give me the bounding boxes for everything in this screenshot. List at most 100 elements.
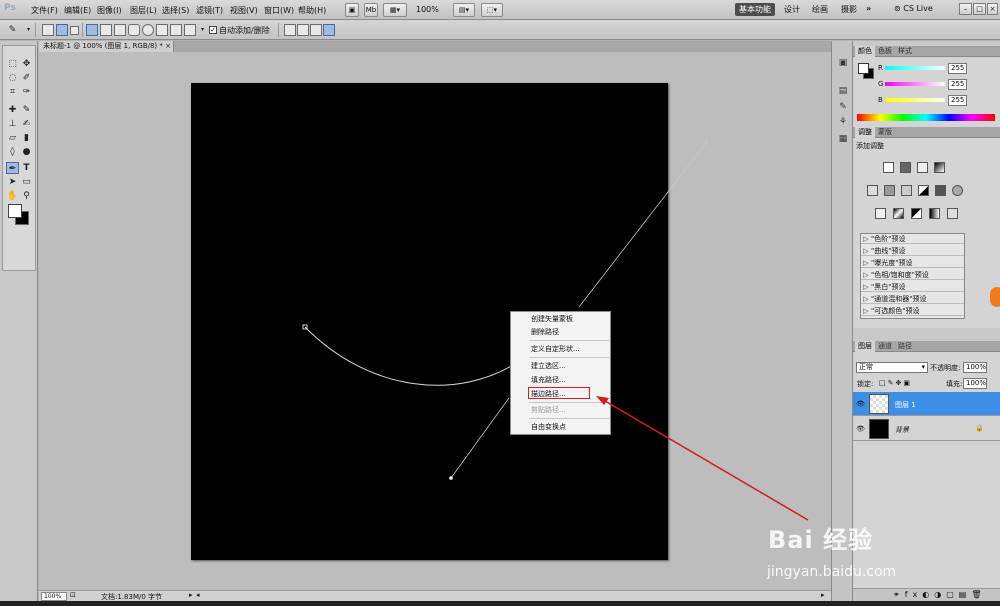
polygon-icon[interactable] xyxy=(156,24,168,36)
color-balance-icon[interactable] xyxy=(901,185,912,196)
brightness-icon[interactable] xyxy=(883,162,894,173)
workspace-essentials[interactable]: 基本功能 xyxy=(735,3,775,16)
actions-panel-icon[interactable]: ▤ xyxy=(837,85,849,97)
vibrance-icon[interactable] xyxy=(867,185,878,196)
blend-mode-select[interactable]: 正常 ▾ xyxy=(856,362,928,373)
canvas-area[interactable] xyxy=(39,52,831,590)
status-menu-arrow-icon[interactable]: ▸ xyxy=(189,591,193,599)
menu-edit[interactable]: 编辑(E) xyxy=(64,5,91,16)
menu-view[interactable]: 视图(V) xyxy=(230,5,258,16)
fill-pixels-icon[interactable] xyxy=(70,26,79,35)
type-tool-icon[interactable]: T xyxy=(20,162,33,174)
shape-layers-icon[interactable] xyxy=(42,24,54,36)
mini-bridge-button[interactable]: Mb xyxy=(364,3,378,17)
cs-live-button[interactable]: ⊚ CS Live xyxy=(894,4,933,13)
selective-color-icon[interactable] xyxy=(947,208,958,219)
zoom-level[interactable]: 100% xyxy=(416,5,439,14)
preset-channel-mixer[interactable]: ▷ "通道混和器"预设 xyxy=(861,295,964,304)
channel-b-slider[interactable] xyxy=(885,98,945,102)
healing-brush-icon[interactable]: ✚ xyxy=(6,104,19,116)
menu-filter[interactable]: 滤镜(T) xyxy=(196,5,223,16)
menu-image[interactable]: 图像(I) xyxy=(97,5,122,16)
marquee-tool-icon[interactable]: ⬚ xyxy=(6,58,19,70)
line-icon[interactable] xyxy=(170,24,182,36)
menu-window[interactable]: 窗口(W) xyxy=(264,5,294,16)
preset-selective-color[interactable]: ▷ "可选颜色"预设 xyxy=(861,307,964,316)
gradient-map-icon[interactable] xyxy=(929,208,940,219)
menu-select[interactable]: 选择(S) xyxy=(162,5,189,16)
menu-item-delete-path[interactable]: 删除路径 xyxy=(511,326,610,338)
menu-item-define-custom-shape[interactable]: 定义自定形状... xyxy=(511,343,610,355)
layer-row-1[interactable]: 👁 图层 1 xyxy=(853,392,1000,416)
opacity-field[interactable]: 100% xyxy=(963,362,987,373)
tab-color[interactable]: 颜色 xyxy=(855,46,875,57)
levels-icon[interactable] xyxy=(900,162,911,173)
clone-source-icon[interactable]: ⚘ xyxy=(837,116,849,128)
info-panel-icon[interactable]: ▦ xyxy=(837,133,849,145)
freeform-pen-icon[interactable] xyxy=(100,24,112,36)
preset-black-white[interactable]: ▷ "黑白"预设 xyxy=(861,283,964,292)
history-panel-icon[interactable]: ▣ xyxy=(837,57,849,69)
eye-icon[interactable]: 👁 xyxy=(856,425,865,433)
intersect-path-icon[interactable] xyxy=(310,24,322,36)
eraser-tool-icon[interactable]: ▱ xyxy=(6,132,19,144)
maximize-button[interactable]: □ xyxy=(973,3,986,15)
channel-r-slider[interactable] xyxy=(885,66,945,70)
tab-masks[interactable]: 蒙版 xyxy=(875,127,895,138)
menu-file[interactable]: 文件(F) xyxy=(31,5,58,16)
workspace-design[interactable]: 设计 xyxy=(784,4,800,15)
scroll-right-icon[interactable]: ▸ xyxy=(821,591,825,599)
minimize-button[interactable]: – xyxy=(959,3,972,15)
bridge-button[interactable]: ▣ xyxy=(345,3,359,17)
zoom-tool-icon[interactable]: ⚲ xyxy=(20,190,33,202)
geometry-options-icon[interactable]: ▾ xyxy=(196,24,209,36)
photo-filter-icon[interactable] xyxy=(935,185,946,196)
exclude-path-icon[interactable] xyxy=(323,24,335,36)
menu-help[interactable]: 帮助(H) xyxy=(298,5,326,16)
posterize-icon[interactable] xyxy=(893,208,904,219)
preset-exposure[interactable]: ▷ "曝光度"预设 xyxy=(861,259,964,268)
exposure-icon[interactable] xyxy=(934,162,945,173)
dodge-tool-icon[interactable]: ● xyxy=(20,146,33,158)
channel-b-value[interactable]: 255 xyxy=(948,95,967,106)
eye-icon[interactable]: 👁 xyxy=(856,400,865,408)
add-to-path-icon[interactable] xyxy=(284,24,296,36)
blur-tool-icon[interactable]: ◊ xyxy=(6,146,19,158)
rounded-rectangle-icon[interactable] xyxy=(128,24,140,36)
preset-hue-saturation[interactable]: ▷ "色相/饱和度"预设 xyxy=(861,271,964,280)
paths-mode-icon[interactable] xyxy=(56,24,68,36)
view-extras-button[interactable]: ▦▾ xyxy=(383,3,407,17)
preset-dropdown-icon[interactable]: ▾ xyxy=(22,24,35,36)
layer-footer-icons[interactable]: ⚭fx◐◑▢▤🗑 xyxy=(893,590,987,599)
screen-mode-button[interactable]: ⬚▾ xyxy=(481,3,503,17)
curves-icon[interactable] xyxy=(917,162,928,173)
move-tool-icon[interactable]: ✥ xyxy=(20,58,33,70)
custom-shape-icon[interactable] xyxy=(184,24,196,36)
foreground-color-swatch[interactable] xyxy=(8,204,22,218)
hand-tool-icon[interactable]: ✋ xyxy=(6,190,19,202)
channel-mixer-icon[interactable] xyxy=(952,185,963,196)
lasso-tool-icon[interactable]: ◌ xyxy=(6,72,19,84)
document-tab[interactable]: 未标题-1 @ 100% (图层 1, RGB/8) * × xyxy=(39,41,174,52)
tab-styles[interactable]: 样式 xyxy=(895,46,915,57)
shape-tool-icon[interactable]: ▭ xyxy=(20,176,33,188)
fg-color-chip[interactable] xyxy=(858,63,869,74)
menu-item-free-transform-points[interactable]: 自由变换点 xyxy=(511,421,610,433)
auto-add-delete-checkbox[interactable]: ✓ xyxy=(209,26,217,34)
workspace-painting[interactable]: 绘画 xyxy=(812,4,828,15)
workspace-photography[interactable]: 摄影 xyxy=(841,4,857,15)
lock-icons[interactable]: □✎✥▣ xyxy=(879,379,912,387)
black-white-icon[interactable] xyxy=(918,185,929,196)
subtract-path-icon[interactable] xyxy=(297,24,309,36)
ellipse-icon[interactable] xyxy=(142,24,154,36)
pen-icon[interactable] xyxy=(86,24,98,36)
menu-layer[interactable]: 图层(L) xyxy=(130,5,157,16)
close-tab-icon[interactable]: × xyxy=(165,42,171,50)
status-options-icon[interactable]: ⊡ xyxy=(70,591,76,599)
tab-adjustments[interactable]: 调整 xyxy=(855,127,875,138)
tab-paths[interactable]: 路径 xyxy=(895,341,915,352)
menu-item-fill-path[interactable]: 填充路径... xyxy=(511,374,610,386)
channel-g-slider[interactable] xyxy=(885,82,945,86)
brush-tool-icon[interactable]: ✎ xyxy=(20,104,33,116)
tab-swatches[interactable]: 色板 xyxy=(875,46,895,57)
